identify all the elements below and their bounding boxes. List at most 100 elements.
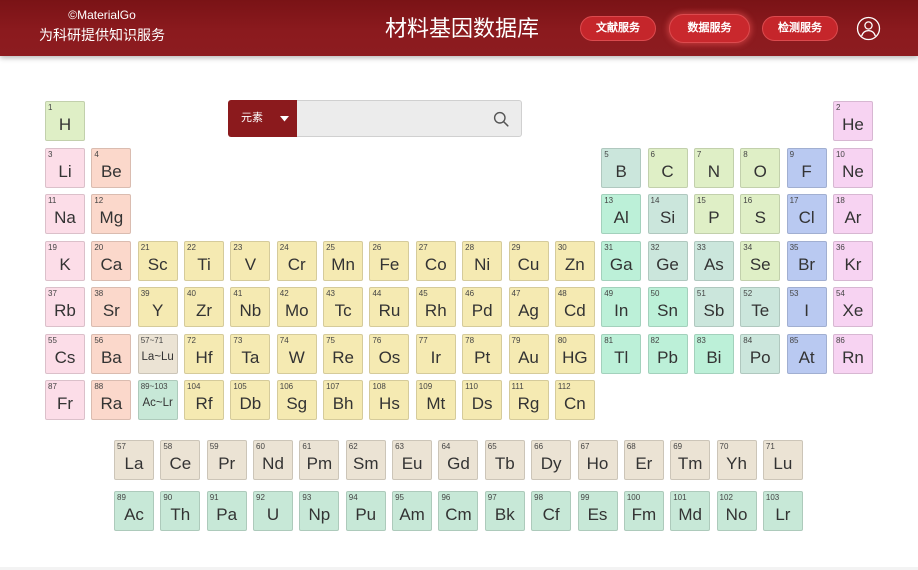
- element-cell-h[interactable]: 1H: [45, 101, 85, 141]
- element-cell-lu[interactable]: 71 Lu: [762, 440, 803, 480]
- element-cell-th[interactable]: 90 Th: [160, 491, 201, 531]
- element-cell-w[interactable]: 74 W: [276, 333, 317, 374]
- search-icon[interactable]: [493, 111, 509, 127]
- element-cell-ag[interactable]: 47 Ag: [508, 287, 549, 327]
- element-cell-tb[interactable]: 65 Tb: [484, 440, 525, 480]
- brand-logo[interactable]: ©MaterialGo 为科研提供知识服务: [22, 8, 182, 44]
- element-cell-ru[interactable]: 44 Ru: [369, 287, 410, 327]
- element-cell-rb[interactable]: 37 Rb: [45, 287, 85, 327]
- element-cell-tl[interactable]: 81 Tl: [601, 333, 642, 374]
- search-type-dropdown[interactable]: 元素: [228, 100, 297, 137]
- element-cell-ba[interactable]: 56 Ba: [91, 333, 132, 374]
- element-cell-mo[interactable]: 42 Mo: [276, 287, 317, 327]
- element-cell-i[interactable]: 53 I: [786, 287, 827, 327]
- element-cell-cs[interactable]: 55 Cs: [45, 333, 85, 374]
- element-cell-sr[interactable]: 38 Sr: [91, 287, 132, 327]
- element-cell-as[interactable]: 33 As: [693, 240, 734, 281]
- element-cell-es[interactable]: 99 Es: [577, 491, 618, 531]
- element-cell-mt[interactable]: 109 Mt: [415, 380, 456, 420]
- element-cell-v[interactable]: 23 V: [230, 240, 271, 281]
- element-cell-eu[interactable]: 63 Eu: [392, 440, 433, 480]
- nav-data-services-button[interactable]: 数据服务: [669, 14, 750, 43]
- element-cell-tm[interactable]: 69 Tm: [670, 440, 711, 480]
- element-cell-ca[interactable]: 20 Ca: [91, 240, 132, 281]
- element-cell-ge[interactable]: 32 Ge: [647, 240, 688, 281]
- element-cell-fm[interactable]: 100 Fm: [623, 491, 664, 531]
- element-range-ac-lr[interactable]: 89~103 Ac~Lr: [137, 380, 178, 420]
- element-cell-pr[interactable]: 59 Pr: [206, 440, 247, 480]
- element-cell-li[interactable]: 3 Li: [45, 147, 85, 188]
- element-cell-er[interactable]: 68 Er: [623, 440, 664, 480]
- element-cell-ti[interactable]: 22 Ti: [184, 240, 225, 281]
- element-cell-db[interactable]: 105 Db: [230, 380, 271, 420]
- element-cell-np[interactable]: 93 Np: [299, 491, 340, 531]
- element-cell-ar[interactable]: 18 Ar: [832, 194, 873, 234]
- element-cell-zr[interactable]: 40 Zr: [184, 287, 225, 327]
- element-cell-rg[interactable]: 111 Rg: [508, 380, 549, 420]
- element-cell-la[interactable]: 57 La: [114, 440, 154, 480]
- element-cell-bh[interactable]: 107 Bh: [323, 380, 364, 420]
- element-cell-pm[interactable]: 61 Pm: [299, 440, 340, 480]
- element-cell-at[interactable]: 85 At: [786, 333, 827, 374]
- element-cell-zn[interactable]: 30 Zn: [554, 240, 595, 281]
- element-cell-gd[interactable]: 64 Gd: [438, 440, 479, 480]
- element-cell-ho[interactable]: 67 Ho: [577, 440, 618, 480]
- element-cell-in[interactable]: 49 In: [601, 287, 642, 327]
- element-cell-nd[interactable]: 60 Nd: [253, 440, 294, 480]
- element-cell-co[interactable]: 27 Co: [415, 240, 456, 281]
- element-cell-ra[interactable]: 88 Ra: [91, 380, 132, 420]
- element-cell-cd[interactable]: 48 Cd: [554, 287, 595, 327]
- element-cell-ds[interactable]: 110 Ds: [462, 380, 503, 420]
- element-cell-tc[interactable]: 43 Tc: [323, 287, 364, 327]
- element-cell-pb[interactable]: 82 Pb: [647, 333, 688, 374]
- element-cell-he[interactable]: 2 He: [832, 101, 873, 141]
- element-cell-ce[interactable]: 58 Ce: [160, 440, 201, 480]
- element-cell-fe[interactable]: 26 Fe: [369, 240, 410, 281]
- element-cell-b[interactable]: 5B: [601, 147, 642, 188]
- element-cell-nb[interactable]: 41 Nb: [230, 287, 271, 327]
- element-cell-te[interactable]: 52 Te: [740, 287, 781, 327]
- element-cell-cr[interactable]: 24 Cr: [276, 240, 317, 281]
- element-cell-al[interactable]: 13 Al: [601, 194, 642, 234]
- element-cell-re[interactable]: 75 Re: [323, 333, 364, 374]
- element-cell-ta[interactable]: 73 Ta: [230, 333, 271, 374]
- element-cell-sn[interactable]: 50 Sn: [647, 287, 688, 327]
- element-cell-pu[interactable]: 94 Pu: [345, 491, 386, 531]
- element-cell-ni[interactable]: 28 Ni: [462, 240, 503, 281]
- element-cell-hf[interactable]: 72 Hf: [184, 333, 225, 374]
- element-cell-pd[interactable]: 46 Pd: [462, 287, 503, 327]
- element-cell-cu[interactable]: 29 Cu: [508, 240, 549, 281]
- user-circle-icon[interactable]: [856, 16, 881, 41]
- element-cell-hs[interactable]: 108 Hs: [369, 380, 410, 420]
- nav-testing-services-button[interactable]: 检测服务: [762, 16, 838, 41]
- element-cell-n[interactable]: 7N: [693, 147, 734, 188]
- element-cell-md[interactable]: 101 Md: [670, 491, 711, 531]
- element-cell-u[interactable]: 92 U: [253, 491, 294, 531]
- element-cell-pt[interactable]: 78 Pt: [462, 333, 503, 374]
- element-cell-se[interactable]: 34 Se: [740, 240, 781, 281]
- element-cell-si[interactable]: 14 Si: [647, 194, 688, 234]
- element-cell-ir[interactable]: 77 Ir: [415, 333, 456, 374]
- element-cell-br[interactable]: 35 Br: [786, 240, 827, 281]
- element-cell-cf[interactable]: 98 Cf: [531, 491, 572, 531]
- element-cell-mn[interactable]: 25 Mn: [323, 240, 364, 281]
- element-cell-mg[interactable]: 12 Mg: [91, 194, 132, 234]
- element-cell-na[interactable]: 11 Na: [45, 194, 85, 234]
- element-cell-rh[interactable]: 45 Rh: [415, 287, 456, 327]
- element-cell-ac[interactable]: 89 Ac: [114, 491, 154, 531]
- element-cell-c[interactable]: 6C: [647, 147, 688, 188]
- element-cell-ga[interactable]: 31 Ga: [601, 240, 642, 281]
- element-cell-cn[interactable]: 112 Cn: [554, 380, 595, 420]
- element-cell-sb[interactable]: 51 Sb: [693, 287, 734, 327]
- element-cell-sm[interactable]: 62 Sm: [345, 440, 386, 480]
- element-range-la-lu[interactable]: 57~71 La~Lu: [137, 333, 178, 374]
- element-cell-y[interactable]: 39 Y: [137, 287, 178, 327]
- element-cell-yh[interactable]: 70 Yh: [716, 440, 757, 480]
- element-cell-pa[interactable]: 91 Pa: [206, 491, 247, 531]
- search-input[interactable]: [297, 100, 522, 137]
- element-cell-au[interactable]: 79 Au: [508, 333, 549, 374]
- element-cell-p[interactable]: 15 P: [693, 194, 734, 234]
- element-cell-xe[interactable]: 54 Xe: [832, 287, 873, 327]
- element-cell-os[interactable]: 76 Os: [369, 333, 410, 374]
- element-cell-am[interactable]: 95 Am: [392, 491, 433, 531]
